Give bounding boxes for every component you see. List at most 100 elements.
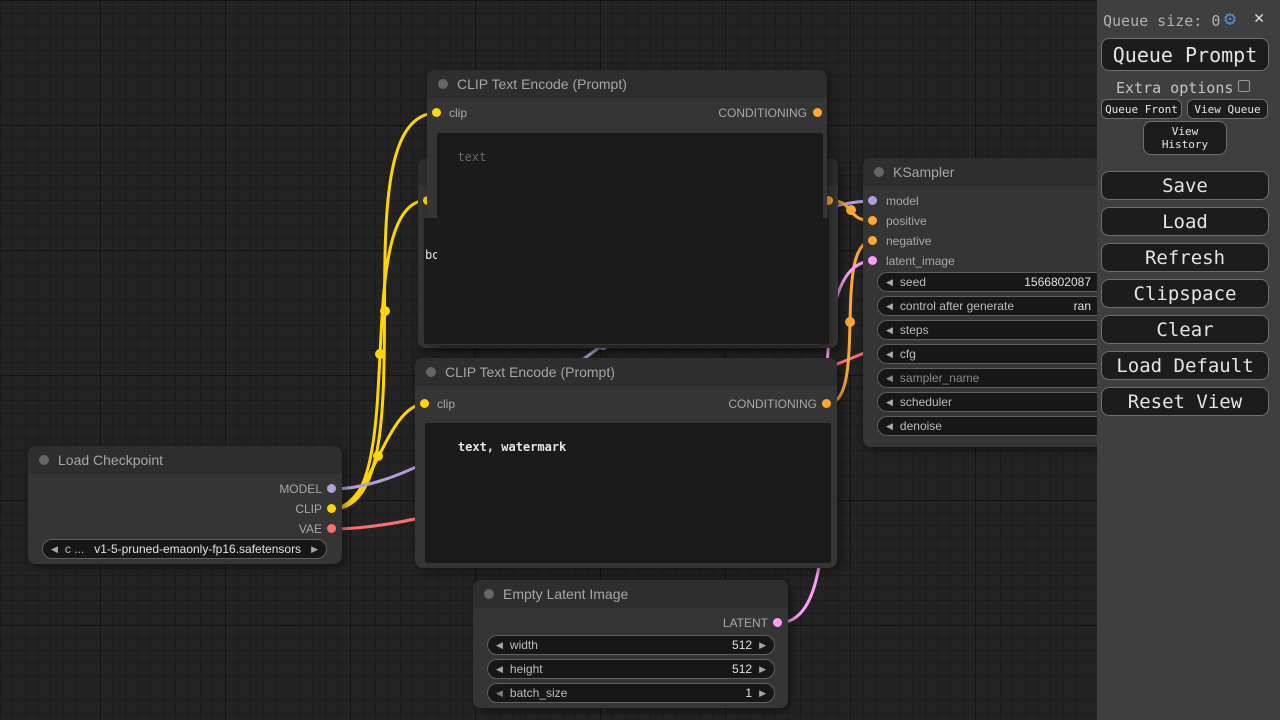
view-queue-button[interactable]: View Queue [1187, 99, 1268, 119]
view-history-button[interactable]: View History [1143, 121, 1227, 155]
node-title: CLIP Text Encode (Prompt) [445, 364, 615, 380]
decrement-arrow-icon[interactable]: ◀ [886, 397, 893, 408]
control-after-generate-widget[interactable]: ◀ control after generate ran [877, 296, 1098, 316]
clip-input-slot[interactable] [432, 108, 441, 117]
denoise-widget[interactable]: ◀ denoise [877, 416, 1098, 436]
collapse-dot-icon[interactable] [438, 79, 448, 89]
widget-value: ran [1074, 299, 1091, 313]
negative-prompt-textarea[interactable]: text, watermark [425, 423, 831, 563]
widget-value: 1566802087 [1024, 275, 1091, 289]
node-title-bar[interactable]: CLIP Text Encode (Prompt) [427, 70, 827, 98]
latent-output-slot[interactable] [773, 618, 782, 627]
decrement-arrow-icon[interactable]: ◀ [886, 325, 893, 336]
wire-midpoint-dot [845, 317, 855, 327]
ckpt-name-widget[interactable]: ◀ c ... v1-5-pruned-emaonly-fp16.safeten… [42, 539, 327, 559]
batch-size-widget[interactable]: ◀ batch_size 1 ▶ [487, 683, 775, 703]
positive-input-label: positive [886, 215, 927, 227]
scheduler-widget[interactable]: ◀ scheduler [877, 392, 1098, 412]
cfg-widget[interactable]: ◀ cfg [877, 344, 1098, 364]
widget-label: height [510, 662, 543, 676]
load-button[interactable]: Load [1101, 207, 1269, 236]
height-widget[interactable]: ◀ height 512 ▶ [487, 659, 775, 679]
width-widget[interactable]: ◀ width 512 ▶ [487, 635, 775, 655]
node-title: Empty Latent Image [503, 586, 628, 602]
clear-button[interactable]: Clear [1101, 315, 1269, 344]
model-input-slot[interactable] [868, 196, 877, 205]
decrement-arrow-icon[interactable]: ◀ [886, 277, 893, 288]
prev-arrow-icon[interactable]: ◀ [51, 544, 58, 555]
negative-input-label: negative [886, 235, 931, 247]
model-output-label: MODEL [279, 483, 322, 495]
clip-input-label: clip [449, 107, 467, 119]
extra-options-checkbox[interactable] [1238, 80, 1250, 92]
node-title: CLIP Text Encode (Prompt) [457, 76, 627, 92]
queue-size-label: Queue size: 0 [1103, 12, 1220, 30]
node-empty-latent-image[interactable]: Empty Latent Image LATENT ◀ width 512 ▶ … [473, 580, 788, 708]
save-button[interactable]: Save [1101, 171, 1269, 200]
decrement-arrow-icon[interactable]: ◀ [496, 688, 503, 699]
prompt-textarea[interactable]: text [437, 133, 823, 343]
widget-label: steps [900, 323, 929, 337]
vae-output-slot[interactable] [327, 524, 336, 533]
widget-label: control after generate [900, 299, 1014, 313]
vae-output-label: VAE [299, 523, 322, 535]
positive-input-slot[interactable] [868, 216, 877, 225]
next-arrow-icon[interactable]: ▶ [311, 544, 318, 555]
settings-gear-icon[interactable]: ⚙ [1224, 8, 1236, 28]
node-load-checkpoint[interactable]: Load Checkpoint MODEL CLIP VAE ◀ c ... v… [28, 446, 342, 564]
wire-midpoint-dot [846, 205, 856, 215]
conditioning-output-label: CONDITIONING [728, 398, 817, 410]
node-title-bar[interactable]: Load Checkpoint [28, 446, 342, 474]
node-title-bar[interactable]: KSampler [863, 158, 1098, 186]
queue-prompt-button[interactable]: Queue Prompt [1101, 38, 1269, 71]
clipspace-button[interactable]: Clipspace [1101, 279, 1269, 308]
sampler-name-widget[interactable]: ◀ sampler_name [877, 368, 1098, 388]
negative-input-slot[interactable] [868, 236, 877, 245]
refresh-button[interactable]: Refresh [1101, 243, 1269, 272]
clip-output-slot[interactable] [327, 504, 336, 513]
decrement-arrow-icon[interactable]: ◀ [886, 349, 893, 360]
decrement-arrow-icon[interactable]: ◀ [886, 421, 893, 432]
clip-input-label: clip [437, 398, 455, 410]
increment-arrow-icon[interactable]: ▶ [759, 640, 766, 651]
steps-widget[interactable]: ◀ steps [877, 320, 1098, 340]
wire-midpoint-dot [380, 306, 390, 316]
node-title: KSampler [893, 164, 954, 180]
increment-arrow-icon[interactable]: ▶ [759, 688, 766, 699]
node-title: Load Checkpoint [58, 452, 163, 468]
widget-label: sampler_name [900, 371, 979, 385]
decrement-arrow-icon[interactable]: ◀ [496, 640, 503, 651]
node-ksampler[interactable]: KSampler model positive negative latent_… [863, 158, 1098, 447]
queue-front-button[interactable]: Queue Front [1101, 99, 1182, 119]
widget-label: cfg [900, 347, 916, 361]
node-title-bar[interactable]: Empty Latent Image [473, 580, 788, 608]
decrement-arrow-icon[interactable]: ◀ [496, 664, 503, 675]
latent-image-input-label: latent_image [886, 255, 955, 267]
load-default-button[interactable]: Load Default [1101, 351, 1269, 380]
node-title-bar[interactable]: CLIP Text Encode (Prompt) [415, 358, 837, 386]
close-icon[interactable]: ✕ [1254, 10, 1264, 27]
collapse-dot-icon[interactable] [39, 455, 49, 465]
collapse-dot-icon[interactable] [426, 367, 436, 377]
decrement-arrow-icon[interactable]: ◀ [886, 373, 893, 384]
increment-arrow-icon[interactable]: ▶ [759, 664, 766, 675]
node-clip-text-encode-negative[interactable]: CLIP Text Encode (Prompt) clip CONDITION… [415, 358, 837, 568]
clip-input-slot[interactable] [420, 399, 429, 408]
seed-widget[interactable]: ◀ seed 1566802087 [877, 272, 1098, 292]
model-input-label: model [886, 195, 919, 207]
conditioning-output-slot[interactable] [822, 399, 831, 408]
prompt-placeholder: text [457, 150, 486, 164]
decrement-arrow-icon[interactable]: ◀ [886, 301, 893, 312]
collapse-dot-icon[interactable] [484, 589, 494, 599]
widget-label: batch_size [510, 686, 567, 700]
latent-image-input-slot[interactable] [868, 256, 877, 265]
collapse-dot-icon[interactable] [874, 167, 884, 177]
widget-label: c ... [65, 542, 84, 556]
widget-value: v1-5-pruned-emaonly-fp16.safetensors [94, 542, 301, 556]
clip-output-label: CLIP [295, 503, 322, 515]
wire-midpoint-dot [375, 349, 385, 359]
reset-view-button[interactable]: Reset View [1101, 387, 1269, 416]
conditioning-output-slot[interactable] [813, 108, 822, 117]
model-output-slot[interactable] [327, 484, 336, 493]
widget-value: 512 [732, 638, 752, 652]
